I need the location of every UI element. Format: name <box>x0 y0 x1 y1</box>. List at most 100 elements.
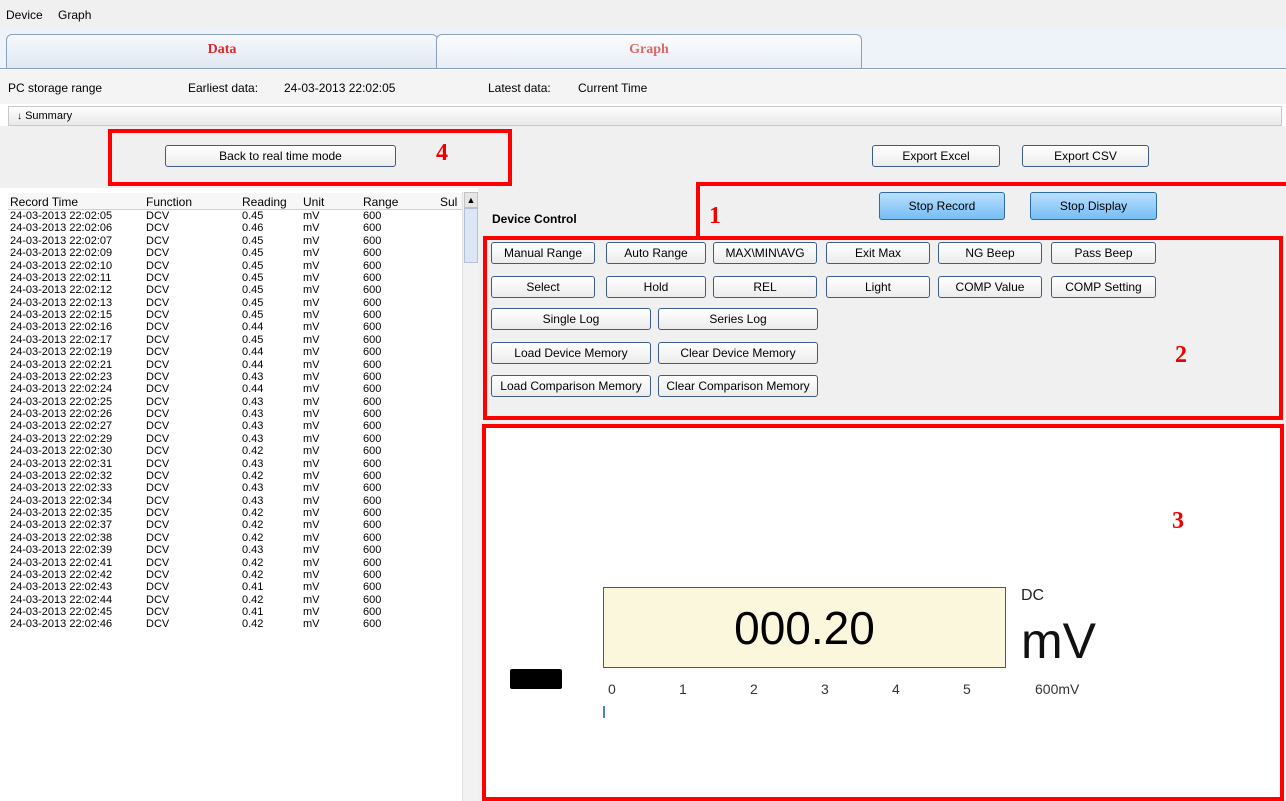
tab-graph[interactable]: Graph <box>436 34 862 68</box>
cell-unit: mV <box>303 519 320 532</box>
table-row[interactable]: 24-03-2013 22:02:07 DCV 0.45 mV 600 <box>8 235 463 247</box>
table-row[interactable]: 24-03-2013 22:02:46 DCV 0.42 mV 600 <box>8 618 463 630</box>
summary-expander[interactable]: ↓ Summary <box>8 106 1282 126</box>
cell-reading: 0.45 <box>242 210 264 222</box>
cell-unit: mV <box>303 284 320 297</box>
scale-tick-3: 3 <box>821 681 829 697</box>
table-row[interactable]: 24-03-2013 22:02:21 DCV 0.44 mV 600 <box>8 359 463 371</box>
menu-graph[interactable]: Graph <box>52 0 97 22</box>
table-row[interactable]: 24-03-2013 22:02:39 DCV 0.43 mV 600 <box>8 544 463 556</box>
cell-reading: 0.43 <box>242 408 264 420</box>
table-row[interactable]: 24-03-2013 22:02:11 DCV 0.45 mV 600 <box>8 272 463 284</box>
table-row[interactable]: 24-03-2013 22:02:25 DCV 0.43 mV 600 <box>8 396 463 408</box>
table-row[interactable]: 24-03-2013 22:02:30 DCV 0.42 mV 600 <box>8 445 463 457</box>
series-log-button[interactable]: Series Log <box>658 308 818 330</box>
col-sub[interactable]: Sul <box>440 195 457 209</box>
table-row[interactable]: 24-03-2013 22:02:23 DCV 0.43 mV 600 <box>8 371 463 383</box>
max-min-avg-button[interactable]: MAX\MIN\AVG <box>713 242 817 264</box>
device-control-title: Device Control <box>492 212 577 226</box>
latest-data-value: Current Time <box>578 81 648 95</box>
auto-range-button[interactable]: Auto Range <box>606 242 706 264</box>
load-comparison-memory-button[interactable]: Load Comparison Memory <box>491 375 651 397</box>
clear-comparison-memory-button[interactable]: Clear Comparison Memory <box>658 375 818 397</box>
table-row[interactable]: 24-03-2013 22:02:09 DCV 0.45 mV 600 <box>8 247 463 259</box>
export-excel-button[interactable]: Export Excel <box>872 145 1000 167</box>
comp-value-button[interactable]: COMP Value <box>938 276 1042 298</box>
menu-device[interactable]: Device <box>0 0 49 22</box>
cell-function: DCV <box>146 210 170 222</box>
cell-reading: 0.43 <box>242 420 264 433</box>
menu-bar: Device Graph <box>0 0 1286 28</box>
table-row[interactable]: 24-03-2013 22:02:34 DCV 0.43 mV 600 <box>8 495 463 507</box>
col-reading[interactable]: Reading <box>242 195 287 209</box>
table-row[interactable]: 24-03-2013 22:02:33 DCV 0.43 mV 600 <box>8 482 463 494</box>
table-row[interactable]: 24-03-2013 22:02:19 DCV 0.44 mV 600 <box>8 346 463 358</box>
cell-unit: mV <box>303 556 320 569</box>
table-row[interactable]: 24-03-2013 22:02:31 DCV 0.43 mV 600 <box>8 458 463 470</box>
col-record-time[interactable]: Record Time <box>10 195 78 209</box>
table-row[interactable]: 24-03-2013 22:02:16 DCV 0.44 mV 600 <box>8 321 463 333</box>
rel-button[interactable]: REL <box>713 276 817 298</box>
cell-range: 600 <box>363 593 382 606</box>
col-function[interactable]: Function <box>146 195 192 209</box>
table-row[interactable]: 24-03-2013 22:02:38 DCV 0.42 mV 600 <box>8 532 463 544</box>
table-row[interactable]: 24-03-2013 22:02:05 DCV 0.45 mV 600 <box>8 210 463 222</box>
table-row[interactable]: 24-03-2013 22:02:26 DCV 0.43 mV 600 <box>8 408 463 420</box>
cell-record-time: 24-03-2013 22:02:25 <box>10 395 113 408</box>
table-row[interactable]: 24-03-2013 22:02:10 DCV 0.45 mV 600 <box>8 260 463 272</box>
exit-max-button[interactable]: Exit Max <box>826 242 930 264</box>
cell-reading: 0.44 <box>242 383 264 396</box>
manual-range-button[interactable]: Manual Range <box>491 242 595 264</box>
stop-record-button[interactable]: Stop Record <box>879 192 1005 220</box>
select-button[interactable]: Select <box>491 276 595 298</box>
cell-record-time: 24-03-2013 22:02:24 <box>10 383 113 396</box>
cell-reading: 0.45 <box>242 284 264 297</box>
export-csv-button[interactable]: Export CSV <box>1022 145 1149 167</box>
cell-range: 600 <box>363 469 382 482</box>
records-table-header: Record Time Function Reading Unit Range … <box>8 193 463 210</box>
cell-unit: mV <box>303 321 320 334</box>
light-button[interactable]: Light <box>826 276 930 298</box>
table-row[interactable]: 24-03-2013 22:02:17 DCV 0.45 mV 600 <box>8 334 463 346</box>
cell-record-time: 24-03-2013 22:02:13 <box>10 296 113 309</box>
scroll-thumb[interactable] <box>464 208 478 263</box>
hold-button[interactable]: Hold <box>606 276 706 298</box>
table-row[interactable]: 24-03-2013 22:02:15 DCV 0.45 mV 600 <box>8 309 463 321</box>
table-row[interactable]: 24-03-2013 22:02:32 DCV 0.42 mV 600 <box>8 470 463 482</box>
table-row[interactable]: 24-03-2013 22:02:12 DCV 0.45 mV 600 <box>8 284 463 296</box>
clear-device-memory-button[interactable]: Clear Device Memory <box>658 342 818 364</box>
col-range[interactable]: Range <box>363 195 398 209</box>
records-table-body[interactable]: 24-03-2013 22:02:05 DCV 0.45 mV 600 24-03-201… <box>8 210 463 801</box>
pass-beep-button[interactable]: Pass Beep <box>1051 242 1156 264</box>
stop-display-button[interactable]: Stop Display <box>1030 192 1157 220</box>
table-row[interactable]: 24-03-2013 22:02:41 DCV 0.42 mV 600 <box>8 557 463 569</box>
cell-unit: mV <box>303 432 320 445</box>
table-row[interactable]: 24-03-2013 22:02:42 DCV 0.42 mV 600 <box>8 569 463 581</box>
col-unit[interactable]: Unit <box>303 195 324 209</box>
cell-range: 600 <box>363 432 382 445</box>
table-row[interactable]: 24-03-2013 22:02:45 DCV 0.41 mV 600 <box>8 606 463 618</box>
table-row[interactable]: 24-03-2013 22:02:43 DCV 0.41 mV 600 <box>8 581 463 593</box>
comp-setting-button[interactable]: COMP Setting <box>1051 276 1156 298</box>
cell-function: DCV <box>146 408 170 420</box>
table-row[interactable]: 24-03-2013 22:02:13 DCV 0.45 mV 600 <box>8 297 463 309</box>
records-scrollbar[interactable]: ▲ <box>462 192 479 801</box>
ng-beep-button[interactable]: NG Beep <box>938 242 1042 264</box>
scroll-up-icon[interactable]: ▲ <box>464 192 478 208</box>
cell-function: DCV <box>146 309 170 321</box>
table-row[interactable]: 24-03-2013 22:02:24 DCV 0.44 mV 600 <box>8 383 463 395</box>
cell-reading: 0.45 <box>242 234 264 247</box>
table-row[interactable]: 24-03-2013 22:02:27 DCV 0.43 mV 600 <box>8 420 463 432</box>
tab-data[interactable]: Data <box>6 34 438 68</box>
table-row[interactable]: 24-03-2013 22:02:37 DCV 0.42 mV 600 <box>8 519 463 531</box>
load-device-memory-button[interactable]: Load Device Memory <box>491 342 651 364</box>
table-row[interactable]: 24-03-2013 22:02:29 DCV 0.43 mV 600 <box>8 433 463 445</box>
scale-range-label: 600mV <box>1035 681 1080 697</box>
table-row[interactable]: 24-03-2013 22:02:06 DCV 0.46 mV 600 <box>8 222 463 234</box>
table-row[interactable]: 24-03-2013 22:02:35 DCV 0.42 mV 600 <box>8 507 463 519</box>
cell-unit: mV <box>303 271 320 284</box>
annotation-number-2: 2 <box>1175 342 1187 368</box>
single-log-button[interactable]: Single Log <box>491 308 651 330</box>
table-row[interactable]: 24-03-2013 22:02:44 DCV 0.42 mV 600 <box>8 594 463 606</box>
cell-range: 600 <box>363 544 382 557</box>
